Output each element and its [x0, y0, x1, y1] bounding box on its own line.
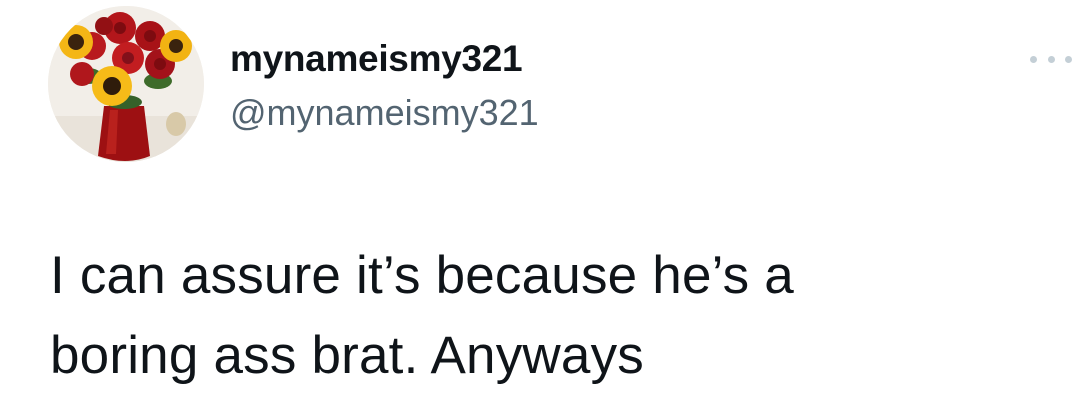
more-options-button[interactable]	[1030, 44, 1072, 74]
tweet-text: I can assure it’s because he’s a boring …	[50, 236, 1050, 396]
more-horizontal-icon	[1047, 55, 1055, 63]
avatar[interactable]	[48, 6, 204, 162]
display-name[interactable]: mynameismy321	[230, 38, 523, 80]
tweet-text-line: I can assure it’s because he’s a	[50, 246, 794, 305]
bouquet-image	[48, 6, 204, 162]
user-handle[interactable]: @mynameismy321	[230, 92, 539, 134]
more-horizontal-icon	[1030, 55, 1037, 63]
tweet-text-line: boring ass brat. Anyways	[50, 326, 644, 385]
more-horizontal-icon	[1065, 55, 1072, 63]
